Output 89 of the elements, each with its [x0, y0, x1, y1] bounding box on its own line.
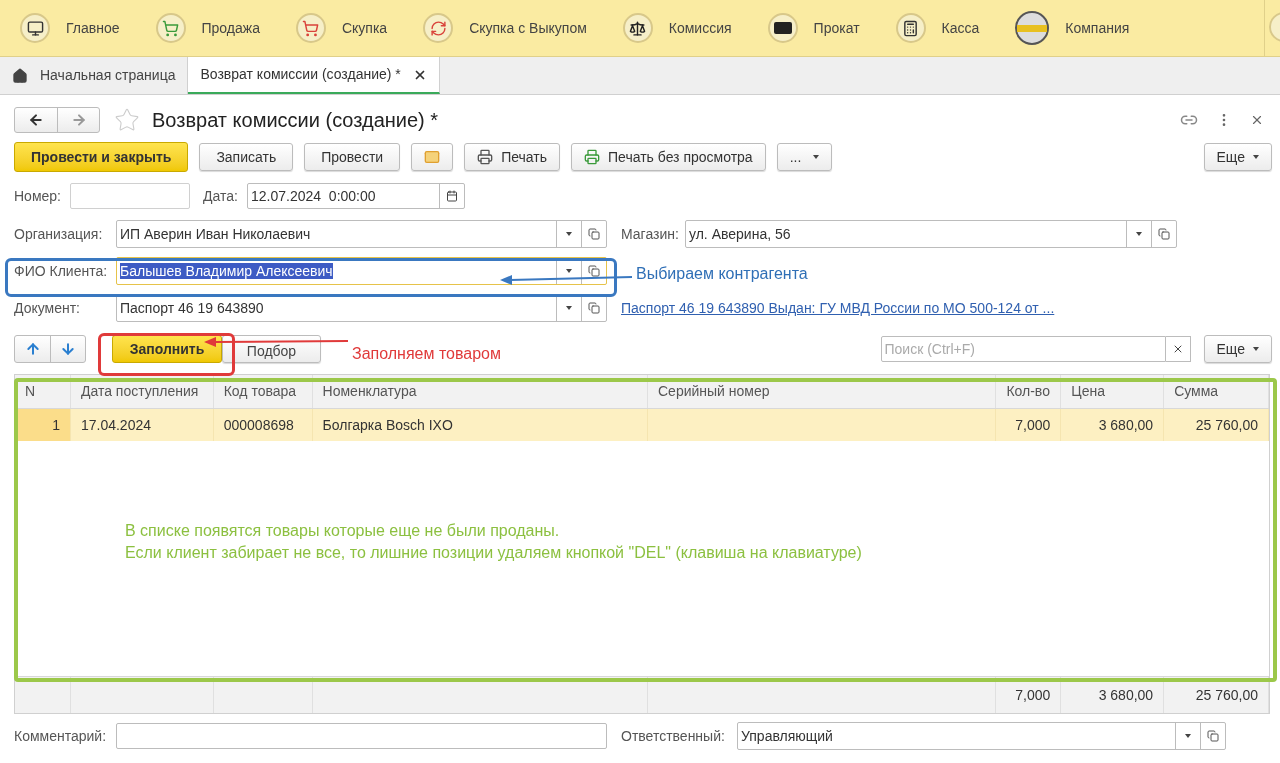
comment-field[interactable] [116, 723, 607, 749]
field-label: Магазин: [621, 224, 680, 244]
mail-button[interactable] [411, 143, 454, 171]
open-window-icon [588, 228, 600, 240]
caret-icon [1253, 155, 1259, 159]
monitor-icon [20, 13, 50, 43]
table-cell: Болгарка Bosch IXO [312, 409, 648, 441]
section-tab[interactable]: Компания [1015, 11, 1166, 45]
close-icon [1250, 113, 1264, 127]
caret-icon [566, 269, 572, 273]
caret-icon [1136, 232, 1142, 236]
more-actions-button[interactable]: ... [776, 143, 833, 171]
open-window-icon [588, 302, 600, 314]
total-cell: 7,000 [996, 677, 1062, 713]
table-cell: 17.04.2024 [70, 409, 214, 441]
table-cell: 25 760,00 [1164, 409, 1269, 441]
column-header[interactable]: Цена [1061, 375, 1165, 408]
open-window-icon [588, 265, 600, 277]
caret-icon [1185, 734, 1191, 738]
section-tab[interactable]: Комиссия [622, 13, 768, 43]
cycle-arrows-icon [423, 13, 454, 43]
printer-icon [477, 149, 494, 165]
annotation-text: Выбираем контрагента [636, 264, 808, 284]
field-label: ФИО Клиента: [14, 261, 109, 281]
search-field[interactable]: Поиск (Ctrl+F) [880, 336, 1166, 362]
column-header[interactable]: Кол-во [996, 375, 1062, 408]
field-label: Документ: [14, 298, 81, 318]
total-cell: 25 760,00 [1164, 677, 1269, 713]
caret-icon [1253, 347, 1259, 351]
cash-register-icon [895, 13, 926, 43]
clear-search-button[interactable] [1165, 336, 1191, 362]
section-tab[interactable]: Скупка [295, 13, 424, 43]
open-window-icon [1207, 730, 1219, 742]
field-label: Комментарий: [14, 726, 108, 746]
number-field[interactable] [70, 183, 190, 209]
shop-field[interactable]: ул. Аверина, 56 [685, 220, 1177, 248]
form-title: Возврат комиссии (создание) * [152, 108, 439, 133]
section-tab[interactable]: Касса [895, 13, 1016, 43]
open-window-icon [1158, 228, 1170, 240]
toolbar-button[interactable]: Записать [199, 143, 294, 171]
print-direct-button[interactable]: Печать без просмотра [571, 143, 766, 171]
home-icon [12, 67, 28, 84]
caret-icon [566, 306, 572, 310]
cart-icon [155, 13, 186, 43]
toolbar-button[interactable]: Провести [304, 143, 401, 171]
table-cell: 1 [15, 409, 71, 441]
column-header[interactable]: Сумма [1164, 375, 1269, 408]
client-field[interactable]: Балышев Владимир Алексеевич [116, 257, 607, 285]
column-header[interactable]: Номенклатура [312, 375, 648, 408]
print-button[interactable]: Печать [464, 143, 560, 171]
column-header[interactable]: N [15, 375, 71, 408]
rent-sign-icon [767, 13, 798, 43]
responsible-field[interactable]: Управляющий [737, 722, 1226, 750]
field-label: Номер: [14, 186, 62, 206]
table-cell: 000008698 [213, 409, 313, 441]
caret-icon [813, 155, 820, 159]
annotation-text: В списке появятся товары которые еще не были проданы. [125, 521, 561, 541]
date-field[interactable]: 12.07.2024 0:00:00 [247, 183, 465, 209]
column-header[interactable]: Код товара [213, 375, 313, 408]
post-and-close-button[interactable]: Провести и закрыть [14, 142, 189, 172]
calendar-icon [446, 190, 458, 202]
field-label: Дата: [203, 186, 239, 206]
annotation-text: Заполняем товаром [352, 344, 501, 364]
emblem-icon [1015, 11, 1050, 45]
forward-arrow-icon [70, 112, 87, 128]
organization-field[interactable]: ИП Аверин Иван Николаевич [116, 220, 607, 248]
field-label: Ответственный: [621, 726, 726, 746]
scales-icon [622, 13, 653, 43]
document-link[interactable]: Паспорт 46 19 643890 Выдан: ГУ МВД России по МО 500-124 от ... [621, 297, 1055, 319]
column-header[interactable]: Серийный номер [648, 375, 997, 408]
table-cell: 3 680,00 [1061, 409, 1165, 441]
annotation-text: Если клиент забирает не все, то лишние позиции удаляем кнопкой "DEL" (клавиша на клавиатуре) [125, 543, 862, 563]
cart-icon [295, 13, 326, 43]
section-tab[interactable]: Главное [20, 13, 156, 43]
caret-icon [566, 232, 572, 236]
favorite-star-icon [114, 107, 140, 133]
page-tab[interactable]: Возврат комиссии (создание) * [188, 57, 440, 94]
section-tab[interactable]: Скупка с Выкупом [423, 13, 623, 43]
section-tab[interactable]: Прокат [767, 13, 896, 43]
total-cell: 3 680,00 [1061, 677, 1165, 713]
more-button[interactable]: Еще [1203, 143, 1272, 171]
more-button[interactable]: Еще [1203, 335, 1272, 363]
fill-button[interactable]: Заполнить [112, 335, 222, 363]
down-arrow-icon [60, 341, 76, 357]
column-header[interactable]: Дата поступления [70, 375, 214, 408]
section-tab[interactable]: Продажа [155, 13, 296, 43]
table-cell: 7,000 [996, 409, 1062, 441]
field-label: Организация: [14, 224, 104, 244]
printer-check-icon [584, 149, 600, 165]
